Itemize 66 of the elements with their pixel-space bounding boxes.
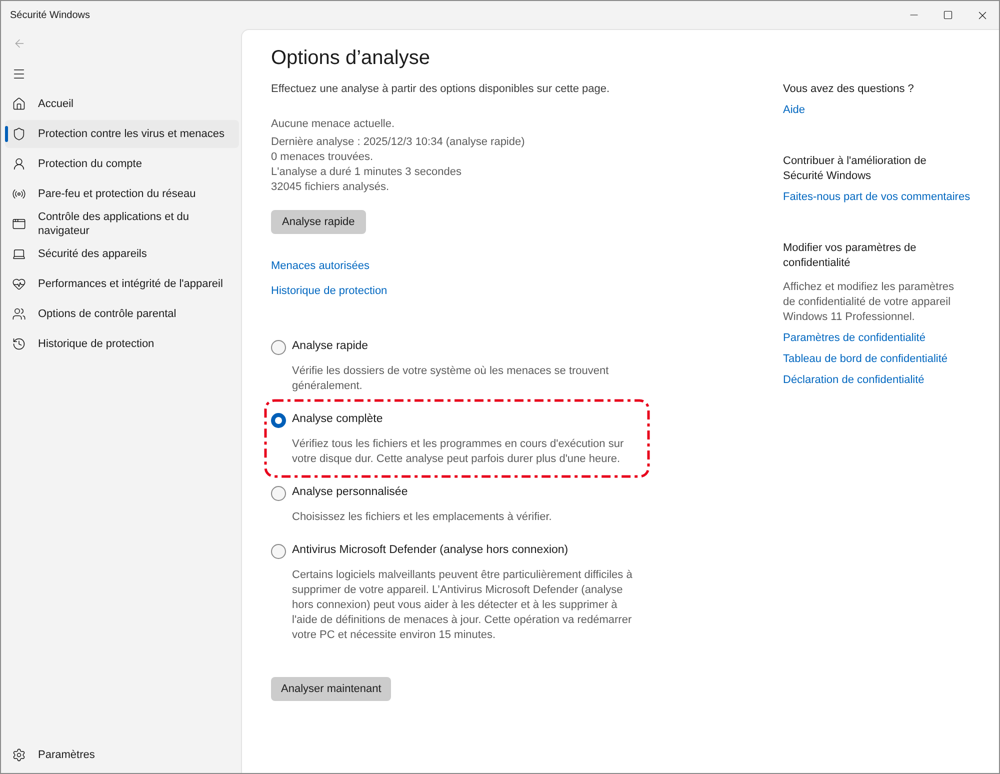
help-description: Affichez et modifiez les paramètres de confidentialité de votre appareil Windows 11 Professionnel.: [783, 280, 955, 325]
people-icon: [12, 307, 26, 321]
maximize-icon: [943, 10, 953, 20]
laptop-icon: [12, 247, 26, 261]
page-title: Options d’analyse: [271, 46, 430, 71]
back-arrow-icon: [12, 36, 26, 50]
shield-icon: [12, 127, 26, 141]
option-description: Vérifie les dossiers de votre système où les menaces se trouvent généralement.: [292, 364, 610, 394]
history-icon: [12, 337, 26, 351]
sidebar-item[interactable]: Pare-feu et protection du réseau: [5, 180, 239, 208]
page-link[interactable]: Menaces autorisées: [271, 258, 370, 274]
sidebar-item[interactable]: Protection contre les virus et menaces: [5, 120, 239, 148]
radio-button[interactable]: [271, 486, 286, 500]
option-label: Antivirus Microsoft Defender (analyse hors connexion): [292, 543, 568, 558]
radio-button[interactable]: [271, 412, 286, 428]
sidebar-item-label: Options de contrôle parental: [38, 307, 178, 321]
sidebar-item[interactable]: Contrôle des applications et du navigateur: [5, 210, 239, 238]
help-link[interactable]: Aide: [783, 102, 806, 118]
help-heading: Vous avez des questions ?: [783, 82, 915, 97]
help-heading: Modifier vos paramètres de confidentialité: [783, 241, 918, 271]
window-title: Sécurité Windows: [10, 8, 90, 22]
status-line: 0 menaces trouvées.: [271, 150, 374, 165]
sidebar-item[interactable]: Performances et intégrité de l'appareil: [5, 270, 239, 298]
sidebar-item-label: Sécurité des appareils: [38, 247, 148, 261]
sidebar-item-label: Accueil: [38, 97, 74, 111]
sidebar-item-label: Contrôle des applications et du navigateur: [38, 210, 190, 238]
radio-button[interactable]: [271, 340, 286, 354]
option-description: Choisissez les fichiers et les emplacements à vérifier.: [292, 510, 553, 525]
sidebar-item[interactable]: Accueil: [5, 90, 239, 118]
help-link[interactable]: Faites-nous part de vos commentaires: [783, 189, 970, 205]
radio-button[interactable]: [271, 544, 286, 558]
broadcast-icon: [12, 187, 26, 201]
status-line: Aucune menace actuelle.: [271, 117, 396, 132]
person-icon: [12, 157, 26, 171]
sidebar-item-label: Pare-feu et protection du réseau: [38, 187, 197, 201]
home-icon: [12, 97, 26, 111]
help-link[interactable]: Déclaration de confidentialité: [783, 372, 924, 388]
sidebar-item-label: Protection du compte: [38, 157, 143, 171]
option-description: Certains logiciels malveillants peuvent être particulièrement difficiles à supprimer de votre appareil. L’Antivirus Microsoft Defender (analyse hors connexion) peut vous aider à les détecter et à les supprimer à l'aide de définitions de menaces à jour. Cette opération va redémarrer votre PC et nécessite environ 15 minutes.: [292, 568, 634, 643]
option-label: Analyse rapide: [292, 339, 368, 354]
app-window-icon: [12, 217, 26, 231]
status-line: Dernière analyse : 2025/12/3 10:34 (analyse rapide): [271, 135, 525, 150]
status-line: 32045 fichiers analysés.: [271, 180, 390, 195]
page-subtitle: Effectuez une analyse à partir des options disponibles sur cette page.: [271, 82, 610, 97]
sidebar-item-label: Protection contre les virus et menaces: [38, 127, 226, 141]
sidebar-item[interactable]: Historique de protection: [5, 330, 239, 358]
scan-now-button[interactable]: Analyser maintenant: [271, 677, 392, 701]
page-link[interactable]: Historique de protection: [271, 283, 388, 299]
settings-item[interactable]: Paramètres: [5, 741, 239, 769]
sidebar-item[interactable]: Sécurité des appareils: [5, 240, 239, 268]
sidebar-item-label: Historique de protection: [38, 337, 156, 351]
help-link[interactable]: Tableau de bord de confidentialité: [783, 351, 948, 367]
quick-scan-button[interactable]: Analyse rapide: [271, 210, 366, 234]
heart-pulse-icon: [12, 277, 26, 291]
option-description: Vérifiez tous les fichiers et les programmes en cours d'exécution sur votre disque dur. Cette analyse peut parfois durer plus d'une heure.: [292, 437, 625, 467]
status-line: L'analyse a duré 1 minutes 3 secondes: [271, 165, 462, 180]
sidebar-item[interactable]: Protection du compte: [5, 150, 239, 178]
gear-icon: [12, 748, 26, 762]
sidebar-item-label: Performances et intégrité de l'appareil: [38, 277, 224, 291]
sidebar-item[interactable]: Options de contrôle parental: [5, 300, 239, 328]
option-label: Analyse personnalisée: [292, 485, 408, 500]
help-heading: Contribuer à l'amélioration de Sécurité Windows: [783, 154, 928, 184]
selection-indicator: [5, 126, 8, 142]
menu-icon: [12, 67, 26, 81]
help-link[interactable]: Paramètres de confidentialité: [783, 330, 926, 346]
option-label: Analyse complète: [292, 412, 383, 428]
